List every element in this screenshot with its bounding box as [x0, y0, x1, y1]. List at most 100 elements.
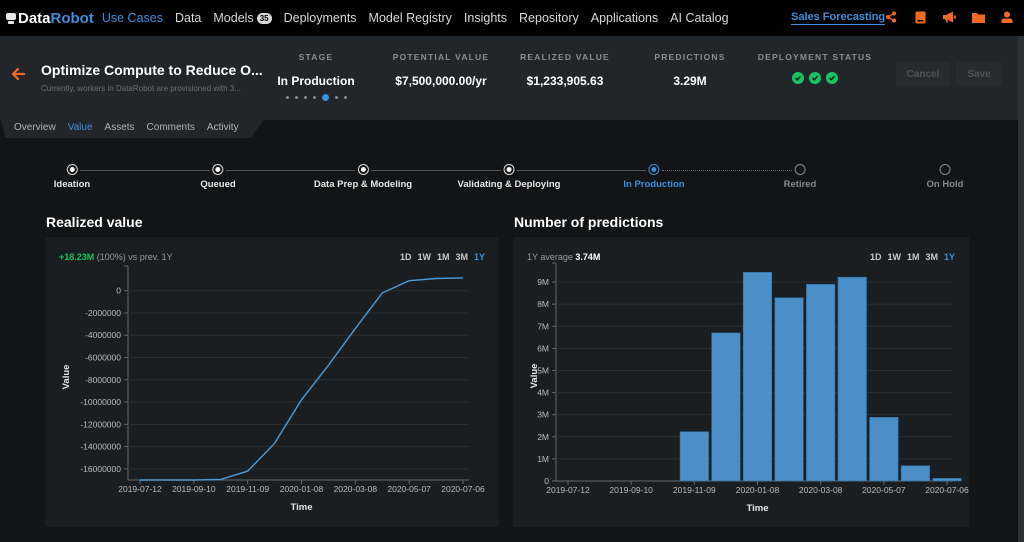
stage-radio-icon	[357, 164, 369, 175]
y-tick-label: -14000000	[80, 442, 121, 452]
tab-activity[interactable]: Activity	[207, 122, 239, 133]
nav-item-use-cases[interactable]: Use Cases	[102, 11, 163, 25]
x-axis-label: Time	[746, 503, 768, 514]
stage-progress	[268, 94, 364, 101]
deployment-status-checks	[755, 72, 875, 84]
models-count-badge: 35	[256, 12, 272, 24]
x-axis-label: Time	[290, 502, 312, 513]
nav-item-label: Repository	[519, 11, 579, 25]
y-tick-label: -10000000	[80, 397, 121, 407]
stage-value: In Production	[277, 74, 355, 88]
stage-radio-icon	[503, 164, 515, 175]
y-tick-label: 0	[116, 286, 121, 296]
y-tick-label: -16000000	[80, 464, 121, 474]
nav-item-models[interactable]: Models 35	[213, 11, 272, 25]
check-circle-icon	[792, 72, 804, 84]
nav-item-label: Use Cases	[101, 11, 163, 25]
logo-text-data: Data	[18, 9, 51, 27]
cancel-button[interactable]: Cancel	[896, 62, 950, 86]
y-tick-label: -4000000	[85, 330, 121, 340]
x-tick-label: 2020-05-07	[387, 484, 431, 494]
prediction-bar[interactable]	[679, 431, 709, 482]
save-button[interactable]: Save	[956, 62, 1002, 86]
prediction-bar[interactable]	[837, 276, 867, 482]
datarobot-logo[interactable]: Data Robot	[6, 10, 94, 27]
use-case-description: Currently, workers in DataRobot are prov…	[41, 84, 241, 93]
x-tick-label: 2020-01-08	[736, 485, 780, 495]
share-icon[interactable]	[884, 10, 898, 24]
predictions-value: 3.29M	[673, 74, 707, 88]
top-icons	[884, 10, 1024, 24]
tab-assets[interactable]: Assets	[105, 122, 135, 133]
nav-item-deployments[interactable]: Deployments	[284, 11, 357, 25]
tab-overview[interactable]: Overview	[14, 122, 56, 133]
prediction-bar[interactable]	[774, 297, 804, 482]
stage-step-retired[interactable]: Retired	[784, 164, 816, 190]
stage-step-ideation[interactable]: Ideation	[54, 164, 90, 190]
folder-icon[interactable]	[971, 10, 985, 24]
prediction-bar[interactable]	[900, 465, 931, 482]
nav-item-ai-catalog[interactable]: AI Catalog	[670, 11, 728, 25]
stage-label: Ideation	[53, 179, 91, 190]
stage-label: STAGE	[298, 52, 334, 62]
stage-step-validating-deploying[interactable]: Validating & Deploying	[457, 164, 561, 190]
y-tick-label: -8000000	[85, 375, 121, 385]
use-case-title: Optimize Compute to Reduce O...	[41, 62, 263, 78]
x-tick-label: 2019-11-09	[673, 485, 716, 495]
nav-item-label: Model Registry	[368, 11, 452, 25]
prediction-bar[interactable]	[711, 332, 741, 482]
realized-value-label: REALIZED VALUE	[520, 52, 610, 62]
nav-item-data[interactable]: Data	[175, 11, 201, 25]
realized-value-panel: +18.23M (100%) vs prev. 1Y 1D 1W 1M 3M 1Y 0-…	[45, 237, 499, 527]
stepper-connector	[80, 170, 210, 171]
y-axis-label: Value	[61, 365, 72, 390]
nav-item-repository[interactable]: Repository	[519, 11, 579, 25]
x-tick-label: 2020-07-06	[441, 484, 485, 494]
nav-item-insights[interactable]: Insights	[464, 11, 507, 25]
x-tick-label: 2020-03-08	[799, 485, 843, 495]
stage-label: Data Prep & Modeling	[313, 179, 413, 190]
prediction-bar[interactable]	[742, 272, 773, 482]
nav-item-label: Models	[213, 11, 254, 25]
stage-dot	[312, 96, 316, 99]
page-scrollbar[interactable]	[1018, 36, 1024, 542]
book-icon[interactable]	[913, 10, 927, 24]
stage-metric: STAGE In Production	[268, 52, 364, 101]
tab-comments[interactable]: Comments	[147, 122, 195, 133]
tab-value[interactable]: Value	[68, 122, 93, 133]
predictions-chart: 01M2M3M4M5M6M7M8M9M2019-07-12 2019-09-10 2…	[529, 262, 969, 514]
y-axis-label: Value	[529, 364, 540, 389]
predictions-panel: 1Y average 3.74M 1D 1W 1M 3M 1Y 0 1M 2M 3M 4M 5M 6…	[513, 237, 969, 527]
y-tick-label: 6M	[537, 343, 549, 353]
stage-stepper: Ideation Queued Data Prep & Modeling Valida…	[0, 160, 1018, 200]
realized-value: $1,233,905.63	[526, 74, 604, 88]
stage-step-queued[interactable]: Queued	[200, 164, 236, 190]
robot-icon	[6, 12, 16, 24]
nav-item-applications[interactable]: Applications	[591, 11, 658, 25]
y-tick-label: -12000000	[80, 419, 121, 429]
stage-radio-icon	[648, 164, 660, 175]
project-link[interactable]: Sales Forecasting	[791, 11, 886, 25]
stage-dot	[294, 96, 298, 99]
nav-item-model-registry[interactable]: Model Registry	[369, 11, 452, 25]
stage-dot	[303, 96, 307, 99]
predictions-metric: PREDICTIONS 3.29M	[650, 52, 730, 88]
stage-label: Queued	[200, 179, 236, 190]
stage-step-on-hold[interactable]: On Hold	[926, 164, 964, 190]
prediction-bar[interactable]	[869, 417, 899, 482]
stage-radio-icon	[212, 164, 224, 175]
megaphone-icon[interactable]	[942, 10, 956, 24]
prediction-bar[interactable]	[932, 478, 962, 482]
predictions-title: Number of predictions	[514, 214, 664, 230]
stage-step-data-prep-modeling[interactable]: Data Prep & Modeling	[314, 164, 412, 190]
stage-label: Validating & Deploying	[457, 179, 561, 190]
stage-step-in-production[interactable]: In Production	[623, 164, 685, 190]
x-tick-label: 2019-11-09	[226, 484, 269, 494]
prediction-bar[interactable]	[806, 283, 836, 482]
back-arrow-icon[interactable]	[10, 66, 26, 82]
user-icon[interactable]	[1000, 10, 1014, 24]
x-tick-label: 2019-07-12	[118, 484, 162, 494]
stage-label: On Hold	[926, 179, 964, 190]
y-tick-label: 1M	[537, 454, 549, 464]
check-circle-icon	[826, 72, 838, 84]
